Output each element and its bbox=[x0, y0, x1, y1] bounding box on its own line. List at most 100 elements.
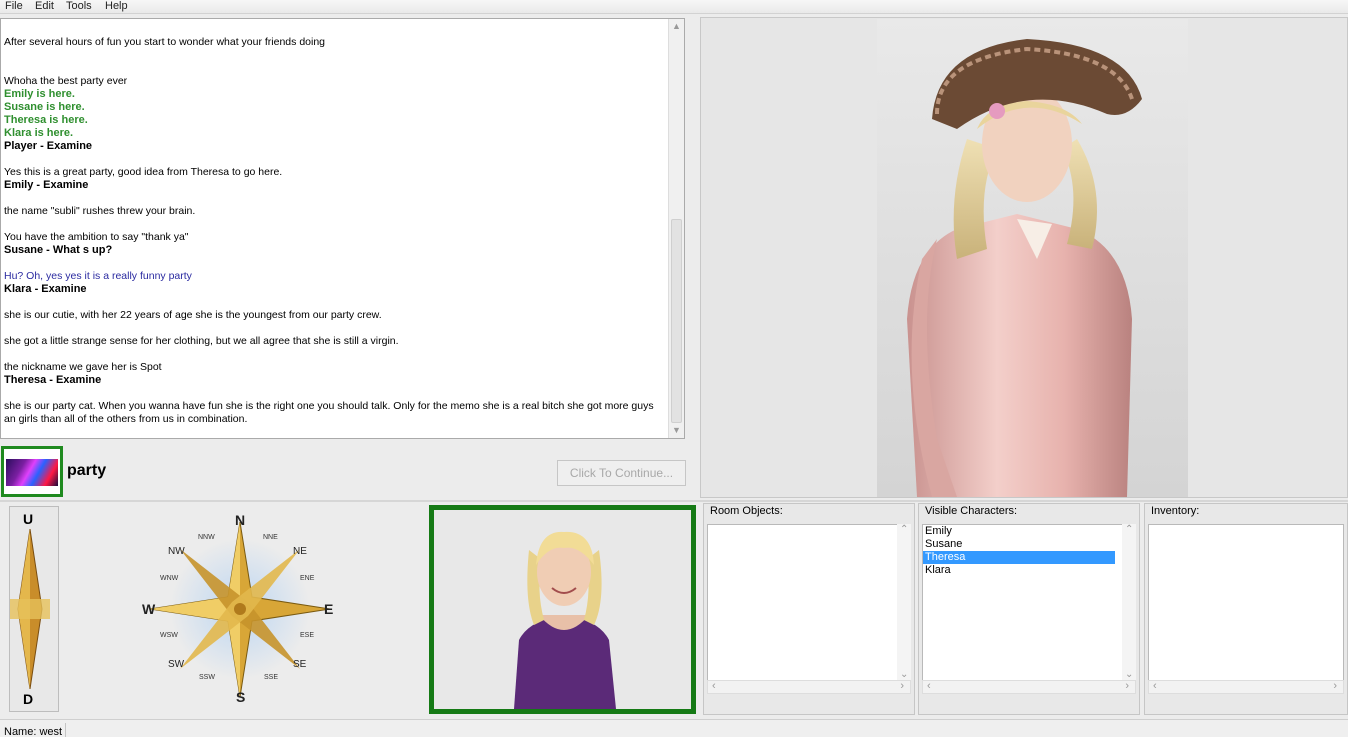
list-item[interactable]: Emily bbox=[923, 525, 1135, 538]
log-line: You have the ambition to say "thank ya" bbox=[4, 231, 189, 243]
visible-characters-hscroll[interactable]: ‹ › bbox=[922, 680, 1136, 694]
log-line: the nickname we gave her is Spot bbox=[4, 361, 162, 373]
list-item-selected[interactable]: Theresa bbox=[923, 551, 1115, 564]
visible-characters-vscroll[interactable]: ⌃ ⌄ bbox=[1122, 524, 1136, 680]
log-line: she is our cutie, with her 22 years of a… bbox=[4, 309, 382, 321]
scroll-right-icon[interactable]: › bbox=[1125, 680, 1129, 692]
log-line: Player - Examine bbox=[4, 140, 93, 152]
menu-bar: File Edit Tools Help bbox=[0, 0, 1348, 14]
compass-nne[interactable]: NNE bbox=[263, 534, 278, 541]
list-item[interactable]: Klara bbox=[923, 564, 1135, 577]
compass-wnw[interactable]: WNW bbox=[160, 575, 178, 582]
menu-edit[interactable]: Edit bbox=[35, 0, 54, 12]
room-objects-panel: Room Objects: ⌃ ⌄ ‹ › bbox=[703, 503, 915, 715]
log-line: Theresa is here. bbox=[4, 114, 88, 126]
story-log-scrollbar[interactable]: ▲ ▼ bbox=[668, 19, 684, 438]
down-direction[interactable]: D bbox=[23, 691, 33, 707]
menu-file[interactable]: File bbox=[5, 0, 23, 12]
menu-help[interactable]: Help bbox=[105, 0, 128, 12]
log-line: Klara is here. bbox=[4, 127, 74, 139]
scroll-left-icon[interactable]: ‹ bbox=[1153, 680, 1157, 692]
story-log: After several hours of fun you start to … bbox=[4, 36, 666, 426]
compass-rose[interactable]: N S E W NE NW SE SW NNE NNW ENE ESE SSE … bbox=[135, 505, 345, 710]
room-thumbnail[interactable] bbox=[1, 446, 63, 497]
compass-sw[interactable]: SW bbox=[168, 659, 184, 670]
status-text: Name: west bbox=[4, 726, 63, 737]
character-portrait-large bbox=[877, 19, 1188, 497]
main-picture-panel bbox=[700, 17, 1348, 498]
scroll-right-icon[interactable]: › bbox=[1333, 680, 1337, 692]
up-direction[interactable]: U bbox=[23, 511, 33, 527]
visible-characters-list[interactable]: Emily Susane Theresa Klara bbox=[922, 524, 1136, 694]
continue-button[interactable]: Click To Continue... bbox=[557, 460, 686, 486]
log-line: After several hours of fun you start to … bbox=[4, 36, 326, 48]
log-line: Emily - Examine bbox=[4, 179, 89, 191]
log-line: she is our party cat. When you wanna hav… bbox=[4, 400, 654, 425]
inventory-list[interactable] bbox=[1148, 524, 1344, 694]
selected-character-frame[interactable] bbox=[429, 505, 696, 714]
log-line: Susane is here. bbox=[4, 101, 85, 113]
scroll-down-icon[interactable]: ▼ bbox=[669, 423, 684, 438]
log-line: Susane - What s up? bbox=[4, 244, 113, 256]
compass-wsw[interactable]: WSW bbox=[160, 632, 178, 639]
compass-e[interactable]: E bbox=[324, 601, 333, 617]
log-line: Theresa - Examine bbox=[4, 374, 102, 386]
compass-nnw[interactable]: NNW bbox=[198, 534, 215, 541]
room-objects-list[interactable] bbox=[707, 524, 911, 694]
scroll-up-icon[interactable]: ⌃ bbox=[1125, 524, 1133, 535]
character-portrait-small bbox=[514, 531, 616, 709]
log-line: Whoha the best party ever bbox=[4, 75, 128, 87]
log-line: Hu? Oh, yes yes it is a really funny par… bbox=[4, 270, 192, 282]
compass-se[interactable]: SE bbox=[293, 659, 306, 670]
compass-sse[interactable]: SSE bbox=[264, 674, 278, 681]
room-objects-vscroll[interactable]: ⌃ ⌄ bbox=[897, 524, 911, 680]
scroll-down-icon[interactable]: ⌄ bbox=[900, 669, 908, 680]
visible-characters-title: Visible Characters: bbox=[925, 505, 1018, 517]
room-name: party bbox=[67, 462, 107, 479]
compass-nw[interactable]: NW bbox=[168, 546, 185, 557]
scroll-left-icon[interactable]: ‹ bbox=[927, 680, 931, 692]
room-objects-title: Room Objects: bbox=[710, 505, 783, 517]
log-line: the name "subli" rushes threw your brain… bbox=[4, 205, 196, 217]
visible-characters-panel: Visible Characters: Emily Susane Theresa… bbox=[918, 503, 1140, 715]
list-item[interactable]: Susane bbox=[923, 538, 1135, 551]
up-down-compass[interactable]: U D bbox=[9, 506, 59, 712]
log-line: Klara - Examine bbox=[4, 283, 87, 295]
compass-ese[interactable]: ESE bbox=[300, 632, 314, 639]
log-line: Emily is here. bbox=[4, 88, 75, 100]
scroll-left-icon[interactable]: ‹ bbox=[712, 680, 716, 692]
scroll-right-icon[interactable]: › bbox=[900, 680, 904, 692]
scroll-up-icon[interactable]: ⌃ bbox=[900, 524, 908, 535]
compass-n[interactable]: N bbox=[235, 512, 245, 528]
menu-tools[interactable]: Tools bbox=[66, 0, 92, 12]
status-separator bbox=[65, 723, 66, 737]
story-log-panel[interactable]: After several hours of fun you start to … bbox=[0, 18, 685, 439]
compass-s[interactable]: S bbox=[236, 689, 245, 705]
status-bar: Name: west bbox=[0, 719, 1348, 737]
room-image bbox=[6, 459, 58, 486]
panel-divider bbox=[0, 500, 1348, 502]
inventory-hscroll[interactable]: ‹ › bbox=[1148, 680, 1344, 694]
compass-w[interactable]: W bbox=[142, 601, 155, 617]
room-objects-hscroll[interactable]: ‹ › bbox=[707, 680, 911, 694]
compass-ssw[interactable]: SSW bbox=[199, 674, 215, 681]
log-line: Yes this is a great party, good idea fro… bbox=[4, 166, 283, 178]
scrollbar-thumb[interactable] bbox=[671, 219, 682, 423]
log-line: she got a little strange sense for her c… bbox=[4, 335, 399, 347]
scroll-down-icon[interactable]: ⌄ bbox=[1125, 669, 1133, 680]
scroll-up-icon[interactable]: ▲ bbox=[669, 19, 684, 34]
compass-ne[interactable]: NE bbox=[293, 546, 307, 557]
up-down-arrow-icon bbox=[10, 529, 50, 689]
compass-ene[interactable]: ENE bbox=[300, 575, 314, 582]
inventory-title: Inventory: bbox=[1151, 505, 1200, 517]
